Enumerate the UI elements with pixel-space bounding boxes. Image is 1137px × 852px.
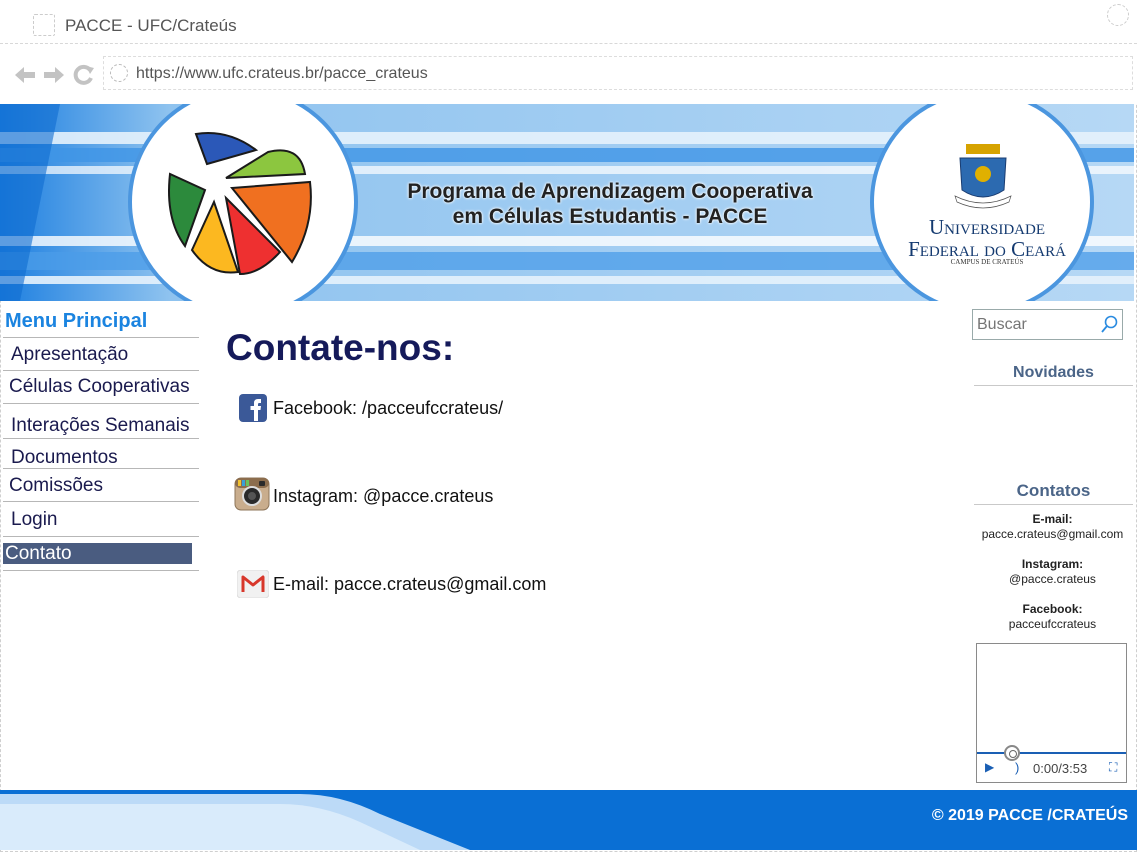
banner-title-line1: Programa de Aprendizagem Cooperativa (407, 180, 813, 203)
sidebar-instagram: Instagram: @pacce.crateus (972, 557, 1133, 587)
gmail-icon[interactable] (236, 569, 270, 603)
progress-knob[interactable] (1004, 745, 1020, 761)
university-line2: Federal do Ceará (908, 237, 1066, 261)
banner-title: Programa de Aprendizagem Cooperativa em … (370, 179, 850, 229)
contatos-heading: Contatos (974, 481, 1133, 505)
browser-nav-bar: https://www.ufc.crateus.br/pacce_crateus (0, 44, 1137, 104)
main-menu: Menu Principal Apresentação Células Coop… (3, 306, 199, 571)
menu-item-celulas-cooperativas[interactable]: Células Cooperativas (3, 371, 199, 404)
sidebar-facebook: Facebook: pacceufccrateus (972, 602, 1133, 632)
campus-name: Campus de Crateús (950, 258, 1024, 266)
footer-copyright: © 2019 PACCE /CRATEÚS (931, 807, 1128, 824)
contact-facebook-text[interactable]: Facebook: /pacceufccrateus/ (273, 398, 503, 419)
browser-tab-bar: PACCE - UFC/Crateús (0, 0, 1137, 44)
sidebar-facebook-value[interactable]: pacceufccrateus (1009, 617, 1096, 631)
sidebar-email-label: E-mail: (1032, 512, 1073, 526)
url-text[interactable]: https://www.ufc.crateus.br/pacce_crateus (136, 65, 428, 83)
sidebar-facebook-label: Facebook: (1022, 602, 1083, 616)
novidades-heading: Novidades (974, 364, 1133, 386)
menu-item-documentos[interactable]: Documentos (3, 439, 199, 469)
contact-instagram-text[interactable]: Instagram: @pacce.crateus (273, 486, 493, 507)
instagram-icon[interactable] (234, 477, 270, 516)
back-arrow-icon[interactable] (13, 64, 37, 86)
header-banner: Programa de Aprendizagem Cooperativa em … (0, 104, 1134, 301)
menu-item-apresentacao[interactable]: Apresentação (3, 338, 199, 371)
sidebar-instagram-label: Instagram: (1021, 557, 1084, 571)
window-control-icon[interactable] (1107, 4, 1129, 26)
search-box[interactable] (972, 309, 1123, 340)
reload-icon[interactable] (72, 64, 96, 86)
audio-time: 0:00/3:53 (1033, 761, 1088, 776)
audio-player[interactable]: ▶ ) 0:00/3:53 ⛶ (976, 643, 1127, 783)
search-icon[interactable] (1100, 315, 1118, 340)
university-name: Universidade Federal do Ceará (892, 216, 1082, 260)
play-icon[interactable]: ▶ (985, 760, 994, 774)
page-title: Contate-nos: (226, 327, 455, 368)
contact-email-text[interactable]: E-mail: pacce.crateus@gmail.com (273, 574, 546, 595)
menu-item-contato-label[interactable]: Contato (3, 543, 192, 564)
menu-item-interacoes-semanais[interactable]: Interações Semanais (3, 404, 199, 439)
university-line1: Universidade (929, 215, 1045, 239)
menu-item-login[interactable]: Login (3, 502, 199, 537)
menu-item-contato[interactable]: Contato (3, 537, 199, 571)
tab-favicon-icon (33, 14, 55, 36)
site-info-icon[interactable] (110, 64, 128, 82)
sidebar-email-value[interactable]: pacce.crateus@gmail.com (982, 527, 1124, 541)
banner-title-line2: em Células Estudantis - PACCE (452, 205, 768, 228)
menu-title: Menu Principal (3, 306, 199, 338)
progress-bar[interactable] (977, 752, 1126, 754)
address-bar[interactable]: https://www.ufc.crateus.br/pacce_crateus (103, 56, 1133, 90)
fullscreen-icon[interactable]: ⛶ (1109, 760, 1117, 775)
forward-arrow-icon[interactable] (42, 64, 66, 86)
sidebar-instagram-value[interactable]: @pacce.crateus (1009, 572, 1096, 586)
tab-title[interactable]: PACCE - UFC/Crateús (65, 16, 237, 36)
volume-icon[interactable]: ) (1015, 760, 1019, 775)
menu-item-comissoes[interactable]: Comissões (3, 469, 199, 502)
sidebar-email: E-mail: pacce.crateus@gmail.com (972, 512, 1133, 542)
footer: © 2019 PACCE /CRATEÚS (0, 790, 1137, 850)
facebook-icon[interactable] (239, 394, 267, 427)
search-input[interactable] (977, 314, 1097, 336)
